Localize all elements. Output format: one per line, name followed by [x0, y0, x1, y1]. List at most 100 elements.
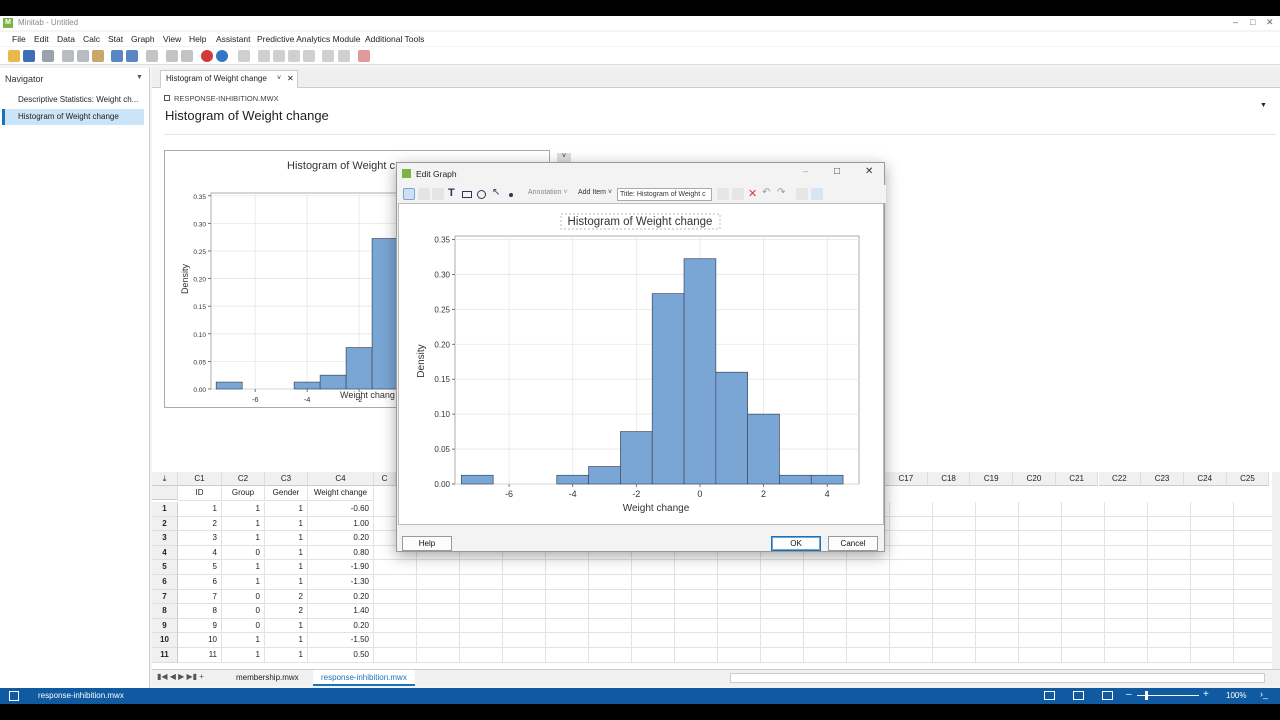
command-line-icon[interactable]: ›_ — [1260, 689, 1268, 699]
empty-cell[interactable] — [1234, 516, 1277, 532]
row-header[interactable]: 7 — [152, 589, 178, 605]
empty-cell[interactable] — [804, 575, 847, 590]
crosshair-icon[interactable] — [432, 188, 444, 200]
panel-toggle-icon[interactable] — [9, 691, 19, 701]
add-item-dropdown[interactable]: Add Item ˅ — [578, 189, 612, 196]
histogram-bar[interactable] — [779, 474, 812, 485]
table-cell[interactable]: -1.50 — [308, 633, 374, 648]
col-insert-icon[interactable] — [288, 50, 300, 62]
empty-cell[interactable] — [546, 589, 589, 605]
empty-cell[interactable] — [804, 633, 847, 648]
empty-cell[interactable] — [847, 575, 890, 590]
menu-predictive-analytics[interactable]: Predictive Analytics Module — [257, 34, 360, 44]
text-tool-icon[interactable]: T — [448, 187, 455, 199]
empty-cell[interactable] — [890, 618, 933, 634]
col-header-c3[interactable]: C3 — [265, 472, 308, 486]
col-header[interactable]: C23 — [1141, 472, 1184, 486]
empty-cell[interactable] — [1105, 648, 1148, 663]
empty-cell[interactable] — [718, 633, 761, 648]
menu-calc[interactable]: Calc — [83, 34, 100, 44]
table-cell[interactable]: 3 — [178, 531, 222, 546]
empty-cell[interactable] — [1105, 545, 1148, 561]
save-icon[interactable] — [23, 50, 35, 62]
empty-cell[interactable] — [417, 618, 460, 634]
table-cell[interactable]: 1 — [222, 531, 265, 546]
empty-cell[interactable] — [761, 560, 804, 575]
empty-cell[interactable] — [890, 633, 933, 648]
table-cell[interactable]: 1 — [178, 502, 222, 517]
empty-cell[interactable] — [718, 560, 761, 575]
copy-icon[interactable] — [77, 50, 89, 62]
cut-icon[interactable] — [62, 50, 74, 62]
row-insert-icon[interactable] — [258, 50, 270, 62]
histogram-bar[interactable] — [215, 381, 243, 390]
open-icon[interactable] — [8, 50, 20, 62]
table-cell[interactable]: 1 — [265, 560, 308, 575]
col-name-gender[interactable]: Gender — [265, 486, 308, 501]
empty-cell[interactable] — [1191, 575, 1234, 590]
empty-cell[interactable] — [718, 575, 761, 590]
empty-cell[interactable] — [1105, 633, 1148, 648]
empty-cell[interactable] — [632, 648, 675, 663]
options-dropdown-icon[interactable]: ▼ — [1260, 102, 1267, 109]
table-cell[interactable]: -1.30 — [308, 575, 374, 590]
empty-cell[interactable] — [804, 560, 847, 575]
table-cell[interactable]: 1 — [265, 618, 308, 634]
table-cell[interactable]: 1 — [222, 502, 265, 517]
col-name-group[interactable]: Group — [222, 486, 265, 501]
empty-cell[interactable] — [718, 648, 761, 663]
empty-cell[interactable] — [933, 633, 976, 648]
col-header[interactable]: C25 — [1226, 472, 1270, 486]
col-header[interactable]: C24 — [1183, 472, 1227, 486]
empty-cell[interactable] — [589, 589, 632, 605]
histogram-bar[interactable] — [556, 474, 589, 485]
col-header-c4[interactable]: C4 — [308, 472, 374, 486]
table-cell[interactable]: 0.80 — [308, 545, 374, 561]
col-name-id[interactable]: ID — [178, 486, 222, 501]
table-cell[interactable]: 0.50 — [308, 648, 374, 663]
empty-cell[interactable] — [503, 618, 546, 634]
ok-button[interactable]: OK — [771, 536, 821, 551]
paste-icon[interactable] — [92, 50, 104, 62]
empty-cell[interactable] — [976, 545, 1019, 561]
empty-cell[interactable] — [546, 604, 589, 619]
empty-cell[interactable] — [976, 575, 1019, 590]
empty-cell[interactable] — [976, 560, 1019, 575]
table-cell[interactable]: 1 — [265, 633, 308, 648]
col-header-partial[interactable]: C — [374, 472, 396, 486]
empty-cell[interactable] — [933, 502, 976, 517]
cancel-icon[interactable] — [201, 50, 213, 62]
empty-cell[interactable] — [1105, 575, 1148, 590]
empty-cell[interactable] — [1062, 575, 1105, 590]
empty-cell[interactable] — [761, 633, 804, 648]
menu-additional-tools[interactable]: Additional Tools — [365, 34, 424, 44]
empty-cell[interactable] — [1191, 560, 1234, 575]
table-cell[interactable]: 1 — [222, 648, 265, 663]
table-cell[interactable]: 0 — [222, 589, 265, 605]
sheet-tab-response-inhibition[interactable]: response-inhibition.mwx — [313, 670, 415, 686]
empty-cell[interactable] — [1019, 560, 1062, 575]
empty-cell[interactable] — [1062, 633, 1105, 648]
sheet-nav-icons[interactable]: ▮◀ ◀ ▶ ▶▮ + — [157, 672, 204, 681]
empty-cell[interactable] — [933, 648, 976, 663]
empty-cell[interactable] — [890, 531, 933, 546]
empty-cell[interactable] — [1062, 560, 1105, 575]
empty-cell[interactable] — [1234, 560, 1277, 575]
maximize-icon[interactable]: □ — [1250, 17, 1255, 27]
empty-cell[interactable] — [675, 618, 718, 634]
vertical-scrollbar[interactable] — [1272, 472, 1280, 672]
graph-brush-icon[interactable] — [322, 50, 334, 62]
marker-tool-icon[interactable] — [509, 193, 513, 197]
empty-cell[interactable] — [460, 633, 503, 648]
table-cell[interactable]: 1 — [265, 531, 308, 546]
row-header[interactable]: 4 — [152, 545, 178, 561]
empty-cell[interactable] — [632, 633, 675, 648]
table-cell[interactable]: 1 — [265, 545, 308, 561]
table-cell[interactable]: 0.20 — [308, 531, 374, 546]
graph-edit-icon[interactable] — [338, 50, 350, 62]
empty-cell[interactable] — [847, 589, 890, 605]
empty-cell[interactable] — [1019, 545, 1062, 561]
table-cell[interactable]: 1 — [222, 516, 265, 532]
help-button[interactable]: Help — [402, 536, 452, 551]
select-all-corner[interactable]: ⤓ — [152, 472, 178, 486]
